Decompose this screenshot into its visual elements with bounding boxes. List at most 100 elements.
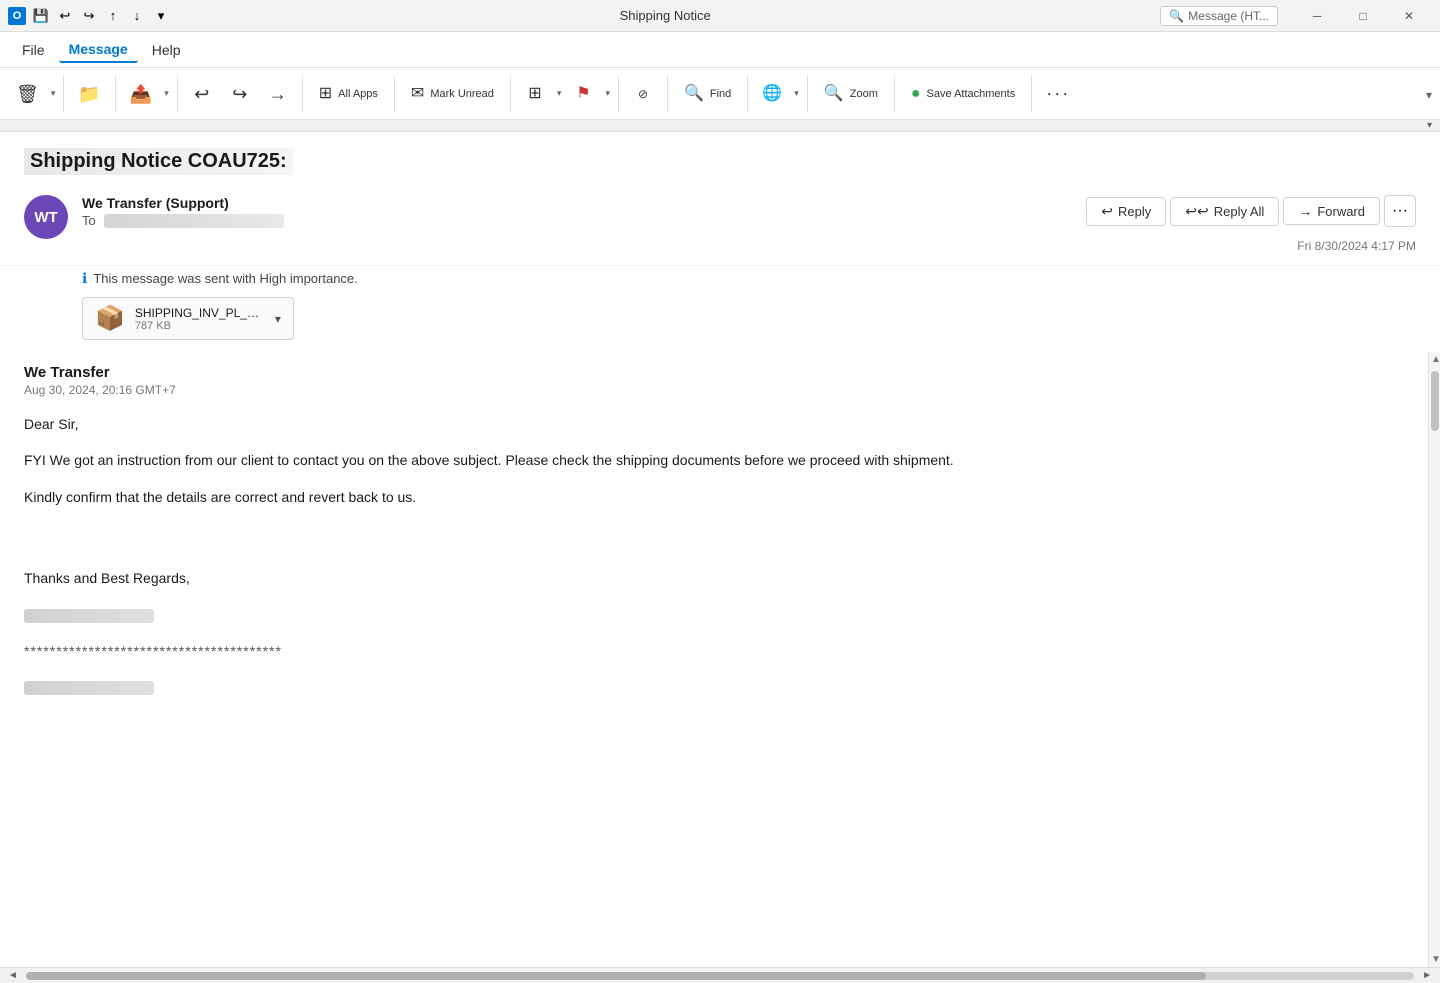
scroll-down-arrow[interactable]: ▾ (1427, 120, 1432, 131)
body-paragraph-2: Kindly confirm that the details are corr… (24, 486, 1416, 508)
undo-icon: ↩ (194, 85, 209, 103)
redacted-bar-2 (24, 681, 154, 695)
save-icon[interactable]: 💾 (32, 7, 50, 25)
body-text: Dear Sir, FYI We got an instruction from… (24, 413, 1416, 699)
zoom-btn[interactable]: 🔍 Zoom (814, 72, 888, 116)
importance-text: This message was sent with High importan… (93, 271, 357, 286)
category-btn[interactable]: ⊞ (517, 72, 553, 116)
delete-dropdown-arrow[interactable]: ▾ (49, 88, 58, 99)
up-icon[interactable]: ↑ (104, 7, 122, 25)
forward-nav-btn[interactable]: → (260, 72, 296, 116)
search-icon: 🔍 (1169, 9, 1184, 23)
more-actions-btn[interactable]: ··· (1384, 195, 1416, 227)
move-dropdown-arrow[interactable]: ▾ (162, 88, 171, 99)
redacted-name-1 (24, 603, 1416, 625)
forward-btn[interactable]: → Forward (1283, 197, 1380, 225)
all-apps-icon: ⊞ (319, 86, 332, 102)
maximize-btn[interactable]: □ (1340, 0, 1386, 32)
attachment-icon: 📦 (95, 304, 125, 333)
info-icon: ℹ (82, 270, 87, 287)
email-body: We Transfer Aug 30, 2024, 20:16 GMT+7 De… (0, 352, 1440, 967)
attachment-item[interactable]: 📦 SHIPPING_INV_PL_BL_pdf.rar 787 KB ▾ (82, 297, 294, 340)
separator-5 (394, 76, 395, 112)
reply-actions: ↩ Reply ↩↩ Reply All → Forward ··· (1086, 195, 1416, 227)
h-scroll-track (26, 972, 1414, 980)
more-btn[interactable]: ··· (1038, 72, 1078, 116)
undo-icon[interactable]: ↩ (56, 7, 74, 25)
flag-dropdown-arrow[interactable]: ▾ (603, 88, 612, 99)
scroll-left-btn[interactable]: ◄ (4, 970, 22, 981)
delete-btn[interactable]: 🗑 (8, 72, 47, 116)
archive-btn[interactable]: 📁 (70, 72, 108, 116)
attachment-size: 787 KB (135, 320, 265, 332)
find-btn[interactable]: 🔍 Find (674, 72, 741, 116)
reply-label: Reply (1118, 204, 1151, 219)
toolbar-scroll-right[interactable]: ▾ (1426, 86, 1432, 102)
undo-btn[interactable]: ↩ (184, 72, 220, 116)
redacted-bar-1 (24, 609, 154, 623)
save-attachments-label: Save Attachments (927, 88, 1016, 100)
reply-all-btn[interactable]: ↩↩ Reply All (1170, 197, 1279, 226)
scroll-up-arrow[interactable]: ▲ (1429, 352, 1440, 367)
scroll-right-btn[interactable]: ► (1418, 970, 1436, 981)
translate-dropdown-arrow[interactable]: ▾ (792, 88, 801, 99)
window-controls: ─ □ ✕ (1294, 0, 1432, 32)
window-title: Shipping Notice (178, 8, 1152, 23)
search-label[interactable]: Message (HT... (1188, 9, 1269, 23)
menu-message[interactable]: Message (59, 37, 138, 63)
separator-6 (510, 76, 511, 112)
mark-unread-label: Mark Unread (430, 88, 494, 100)
titlebar: O 💾 ↩ ↪ ↑ ↓ ▾ Shipping Notice 🔍 Message … (0, 0, 1440, 32)
minimize-btn[interactable]: ─ (1294, 0, 1340, 32)
separator-12 (1031, 76, 1032, 112)
sender-avatar: WT (24, 195, 68, 239)
separator-2 (115, 76, 116, 112)
to-label: To (82, 213, 96, 228)
all-apps-btn[interactable]: ⊞ All Apps (309, 72, 388, 116)
outlook-icon: O (8, 7, 26, 25)
body-sender-name: We Transfer (24, 364, 1416, 381)
small-action-btn[interactable]: ⊘ (625, 72, 661, 116)
attachment-info: SHIPPING_INV_PL_BL_pdf.rar 787 KB (135, 306, 265, 332)
forward-label: Forward (1317, 204, 1365, 219)
archive-icon: 📁 (78, 85, 100, 103)
save-attachments-btn[interactable]: ● Save Attachments (901, 72, 1025, 116)
menu-file[interactable]: File (12, 38, 55, 62)
translate-icon: 🌐 (762, 86, 782, 102)
close-btn[interactable]: ✕ (1386, 0, 1432, 32)
scroll-thumb[interactable] (1431, 371, 1439, 431)
importance-notice: ℹ This message was sent with High import… (0, 266, 1440, 293)
bottom-scrollbar: ◄ ► (0, 967, 1440, 983)
forward-nav-icon: → (269, 85, 287, 103)
down-icon[interactable]: ↓ (128, 7, 146, 25)
menu-help[interactable]: Help (142, 38, 191, 62)
scroll-down-arrow[interactable]: ▼ (1429, 952, 1440, 967)
attachment-dropdown-arrow[interactable]: ▾ (275, 312, 281, 326)
separator-11 (894, 76, 895, 112)
redo-btn[interactable]: ↪ (222, 72, 258, 116)
customize-icon[interactable]: ▾ (152, 7, 170, 25)
reply-btn[interactable]: ↩ Reply (1086, 197, 1166, 226)
move-btn[interactable]: 📤 (122, 72, 160, 116)
email-header: WT We Transfer (Support) To ↩ Reply ↩↩ R… (0, 187, 1440, 266)
body-greeting: Dear Sir, (24, 413, 1416, 435)
h-scroll-thumb[interactable] (26, 972, 1206, 980)
sender-info: We Transfer (Support) To (82, 195, 1086, 228)
reply-all-label: Reply All (1214, 204, 1265, 219)
mark-unread-icon: ✉ (411, 86, 424, 102)
find-icon: 🔍 (684, 86, 704, 102)
titlebar-app-icons: O 💾 ↩ ↪ ↑ ↓ ▾ (8, 7, 170, 25)
flag-btn[interactable]: ⚑ (565, 72, 601, 116)
redo-icon[interactable]: ↪ (80, 7, 98, 25)
sender-to-line: To (82, 213, 1086, 228)
reply-icon: ↩ (1101, 203, 1113, 220)
scroll-track (1429, 367, 1440, 952)
body-regards: Thanks and Best Regards, (24, 567, 1416, 589)
subject-bar: Shipping Notice COAU725: (0, 132, 1440, 187)
move-icon: 📤 (130, 85, 152, 103)
category-dropdown-arrow[interactable]: ▾ (555, 88, 564, 99)
separator-1 (63, 76, 64, 112)
mark-unread-btn[interactable]: ✉ Mark Unread (401, 72, 504, 116)
translate-btn[interactable]: 🌐 (754, 72, 790, 116)
body-paragraph-1: FYI We got an instruction from our clien… (24, 449, 1416, 471)
